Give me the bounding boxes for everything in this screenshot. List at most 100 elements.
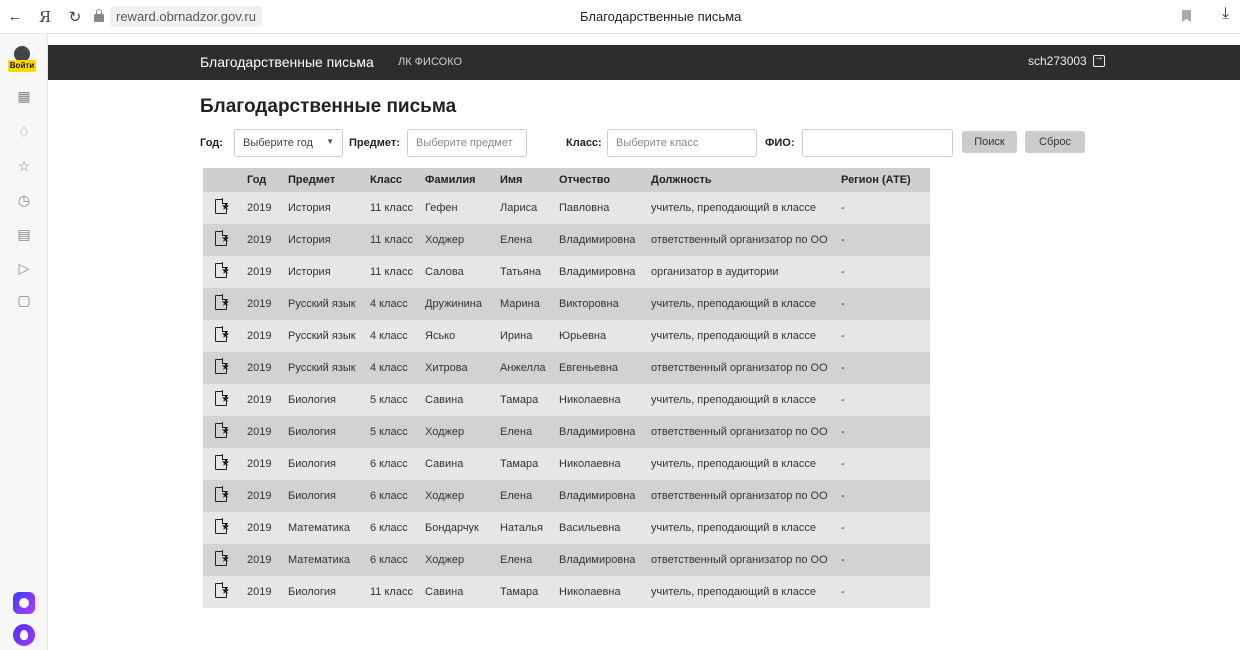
certificate-document-icon[interactable]: ★ — [215, 262, 230, 278]
col-header-year: Год — [247, 174, 267, 186]
cell-year: 2019 — [247, 234, 272, 246]
cell-region: - — [841, 522, 845, 534]
cell-class: 6 класс — [370, 522, 408, 534]
lk-fisoko-link[interactable]: ЛК ФИСОКО — [398, 56, 462, 68]
back-arrow-icon[interactable]: ← — [4, 8, 26, 25]
star-icon: ★ — [221, 394, 230, 405]
star-icon[interactable]: ☆ — [16, 158, 32, 174]
cell-class: 5 класс — [370, 426, 408, 438]
cell-patronymic: Павловна — [559, 202, 610, 214]
search-button[interactable]: Поиск — [962, 131, 1017, 153]
cell-subject: Биология — [288, 458, 337, 470]
download-letter-cell: ★ — [203, 192, 247, 224]
download-letter-cell: ★ — [203, 288, 247, 320]
cell-class: 11 класс — [370, 586, 413, 598]
reset-button[interactable]: Сброс — [1025, 131, 1085, 153]
table-row: ★ 2019 Биология 5 класс Ходжер Елена Владимиро… — [203, 416, 930, 448]
alice-assistant-icon[interactable] — [13, 624, 35, 646]
table-row: ★ 2019 История 11 класс Гефен Лариса Павловна у… — [203, 192, 930, 224]
certificate-document-icon[interactable]: ★ — [215, 294, 230, 310]
login-button[interactable]: Войти — [8, 44, 36, 72]
cell-year: 2019 — [247, 586, 272, 598]
cell-lastname: Ходжер — [425, 554, 465, 566]
class-input[interactable]: Выберите класс — [607, 129, 757, 157]
site-brand-link[interactable]: Благодарственные письма — [200, 54, 374, 70]
star-icon: ★ — [221, 458, 230, 469]
certificate-document-icon[interactable]: ★ — [215, 486, 230, 502]
star-icon: ★ — [221, 298, 230, 309]
reload-icon[interactable]: ↻ — [64, 8, 86, 26]
table-row: ★ 2019 Математика 6 класс Бондарчук Наталья Ва… — [203, 512, 930, 544]
alice-app-icon[interactable] — [13, 592, 35, 614]
cell-subject: Биология — [288, 426, 337, 438]
table-row: ★ 2019 Биология 6 класс Савина Тамара Николаев… — [203, 448, 930, 480]
certificate-document-icon[interactable]: ★ — [215, 422, 230, 438]
star-icon: ★ — [221, 522, 230, 533]
certificate-document-icon[interactable]: ★ — [215, 390, 230, 406]
cell-region: - — [841, 426, 845, 438]
cell-patronymic: Юрьевна — [559, 330, 607, 342]
tab-title: Благодарственные письма — [580, 9, 742, 24]
download-letter-cell: ★ — [203, 576, 247, 608]
cell-subject: История — [288, 266, 331, 278]
tabs-icon[interactable]: ▤ — [16, 226, 32, 242]
cell-patronymic: Николаевна — [559, 586, 621, 598]
cell-region: - — [841, 266, 845, 278]
download-icon[interactable]: ⤓ — [1222, 5, 1229, 23]
cell-firstname: Наталья — [500, 522, 543, 534]
cell-year: 2019 — [247, 298, 272, 310]
fio-label: ФИО: — [765, 137, 795, 149]
cell-region: - — [841, 586, 845, 598]
subject-label: Предмет: — [349, 137, 400, 149]
cell-year: 2019 — [247, 426, 272, 438]
certificate-document-icon[interactable]: ★ — [215, 582, 230, 598]
cell-class: 4 класс — [370, 298, 408, 310]
cell-lastname: Ходжер — [425, 426, 465, 438]
certificate-document-icon[interactable]: ★ — [215, 518, 230, 534]
url-text[interactable]: reward.obrnadzor.gov.ru — [110, 6, 262, 27]
cell-subject: История — [288, 234, 331, 246]
cell-class: 4 класс — [370, 330, 408, 342]
clock-icon[interactable]: ◷ — [16, 192, 32, 208]
grid-icon[interactable]: ▦ — [16, 88, 32, 104]
certificate-document-icon[interactable]: ★ — [215, 230, 230, 246]
cell-firstname: Анжелла — [500, 362, 546, 374]
browser-sidebar: Войти ▦ ♢ ☆ ◷ ▤ ▷ ▢ — [0, 34, 48, 650]
cell-firstname: Елена — [500, 490, 533, 502]
yandex-logo-icon[interactable]: Я — [34, 8, 56, 26]
cell-class: 11 класс — [370, 202, 413, 214]
cell-lastname: Салова — [425, 266, 464, 278]
play-icon[interactable]: ▷ — [16, 260, 32, 276]
certificate-document-icon[interactable]: ★ — [215, 454, 230, 470]
download-letter-cell: ★ — [203, 512, 247, 544]
user-menu[interactable]: sch273003 — [1028, 52, 1105, 68]
cell-subject: Биология — [288, 586, 337, 598]
table-row: ★ 2019 Русский язык 4 класс Хитрова Анжелла Ев… — [203, 352, 930, 384]
certificate-document-icon[interactable]: ★ — [215, 358, 230, 374]
cell-patronymic: Владимировна — [559, 426, 636, 438]
subject-input[interactable]: Выберите предмет — [407, 129, 527, 157]
cell-firstname: Татьяна — [500, 266, 542, 278]
table-header-row: Год Предмет Класс Фамилия Имя Отчество Д… — [203, 168, 930, 192]
cell-year: 2019 — [247, 522, 272, 534]
fio-input[interactable] — [802, 129, 953, 157]
chevron-down-icon: ▼ — [326, 137, 334, 146]
year-select[interactable]: Выберите год ▼ — [234, 129, 343, 157]
certificate-document-icon[interactable]: ★ — [215, 326, 230, 342]
logout-icon[interactable] — [1092, 52, 1105, 67]
bell-icon[interactable]: ♢ — [16, 124, 32, 140]
certificate-document-icon[interactable]: ★ — [215, 198, 230, 214]
cell-firstname: Ирина — [500, 330, 533, 342]
cell-region: - — [841, 490, 845, 502]
cell-class: 5 класс — [370, 394, 408, 406]
cell-lastname: Бондарчук — [425, 522, 479, 534]
certificate-document-icon[interactable]: ★ — [215, 550, 230, 566]
document-search-icon[interactable]: ▢ — [16, 292, 32, 308]
cell-subject: Биология — [288, 394, 337, 406]
address-bar[interactable]: reward.obrnadzor.gov.ru — [94, 6, 262, 27]
star-icon: ★ — [221, 202, 230, 213]
cell-patronymic: Владимировна — [559, 490, 636, 502]
bookmark-icon[interactable] — [1182, 10, 1191, 22]
cell-subject: Математика — [288, 554, 350, 566]
cell-year: 2019 — [247, 202, 272, 214]
